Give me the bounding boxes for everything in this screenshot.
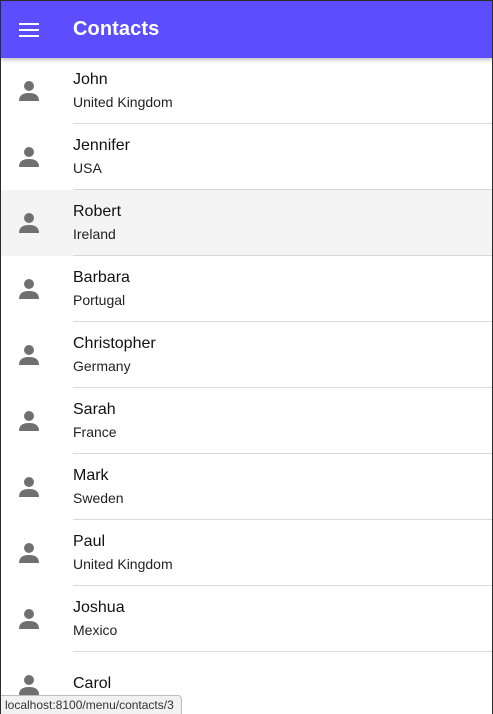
avatar: [1, 322, 73, 388]
contact-name: Jennifer: [73, 137, 130, 154]
contact-name: Mark: [73, 467, 109, 484]
contact-name: Robert: [73, 203, 122, 220]
avatar: [1, 58, 73, 124]
app-frame: Contacts John United Kingdom Jennifer USA Ro…: [0, 0, 493, 714]
person-icon: [19, 81, 39, 101]
contact-country: Portugal: [73, 292, 126, 308]
contact-country: United Kingdom: [73, 556, 173, 572]
person-icon: [19, 477, 39, 497]
person-icon: [19, 609, 39, 629]
contact-item[interactable]: Robert Ireland: [1, 190, 492, 256]
contact-country: Mexico: [73, 622, 118, 638]
avatar: [1, 256, 73, 322]
contact-item[interactable]: John United Kingdom: [1, 58, 492, 124]
avatar: [1, 454, 73, 520]
contact-content: John United Kingdom: [73, 58, 492, 124]
status-bar-url: localhost:8100/menu/contacts/3: [1, 695, 182, 714]
avatar: [1, 388, 73, 454]
contact-name: John: [73, 71, 108, 88]
contact-country: France: [73, 424, 117, 440]
page-title: Contacts: [73, 18, 160, 40]
contact-item[interactable]: Paul United Kingdom: [1, 520, 492, 586]
avatar: [1, 190, 73, 256]
contact-content: Robert Ireland: [73, 190, 492, 256]
menu-icon: [19, 22, 39, 37]
contact-country: Ireland: [73, 226, 116, 242]
avatar: [1, 520, 73, 586]
contact-name: Paul: [73, 533, 106, 550]
contact-item[interactable]: Joshua Mexico: [1, 586, 492, 652]
contact-country: United Kingdom: [73, 94, 173, 110]
contact-item[interactable]: Christopher Germany: [1, 322, 492, 388]
person-icon: [19, 411, 39, 431]
toolbar: Contacts: [1, 1, 492, 58]
avatar: [1, 124, 73, 190]
contact-name: Carol: [73, 675, 112, 692]
contact-item[interactable]: Jennifer USA: [1, 124, 492, 190]
person-icon: [19, 543, 39, 563]
person-icon: [19, 147, 39, 167]
person-icon: [19, 213, 39, 233]
contact-content: Christopher Germany: [73, 322, 492, 388]
person-icon: [19, 345, 39, 365]
contact-content: Barbara Portugal: [73, 256, 492, 322]
contact-name: Christopher: [73, 335, 156, 352]
person-icon: [19, 675, 39, 695]
menu-button[interactable]: [1, 1, 57, 58]
contact-content: Jennifer USA: [73, 124, 492, 190]
contact-content: Paul United Kingdom: [73, 520, 492, 586]
contact-name: Sarah: [73, 401, 116, 418]
contact-item[interactable]: Barbara Portugal: [1, 256, 492, 322]
contact-list: John United Kingdom Jennifer USA Robert Irela…: [1, 58, 492, 714]
contact-country: Germany: [73, 358, 131, 374]
person-icon: [19, 279, 39, 299]
contact-country: USA: [73, 160, 102, 176]
contact-content: Joshua Mexico: [73, 586, 492, 652]
contact-content: Mark Sweden: [73, 454, 492, 520]
avatar: [1, 586, 73, 652]
contact-name: Barbara: [73, 269, 130, 286]
contact-content: Sarah France: [73, 388, 492, 454]
contact-name: Joshua: [73, 599, 125, 616]
contact-item[interactable]: Sarah France: [1, 388, 492, 454]
contact-item[interactable]: Mark Sweden: [1, 454, 492, 520]
contact-country: Sweden: [73, 490, 124, 506]
